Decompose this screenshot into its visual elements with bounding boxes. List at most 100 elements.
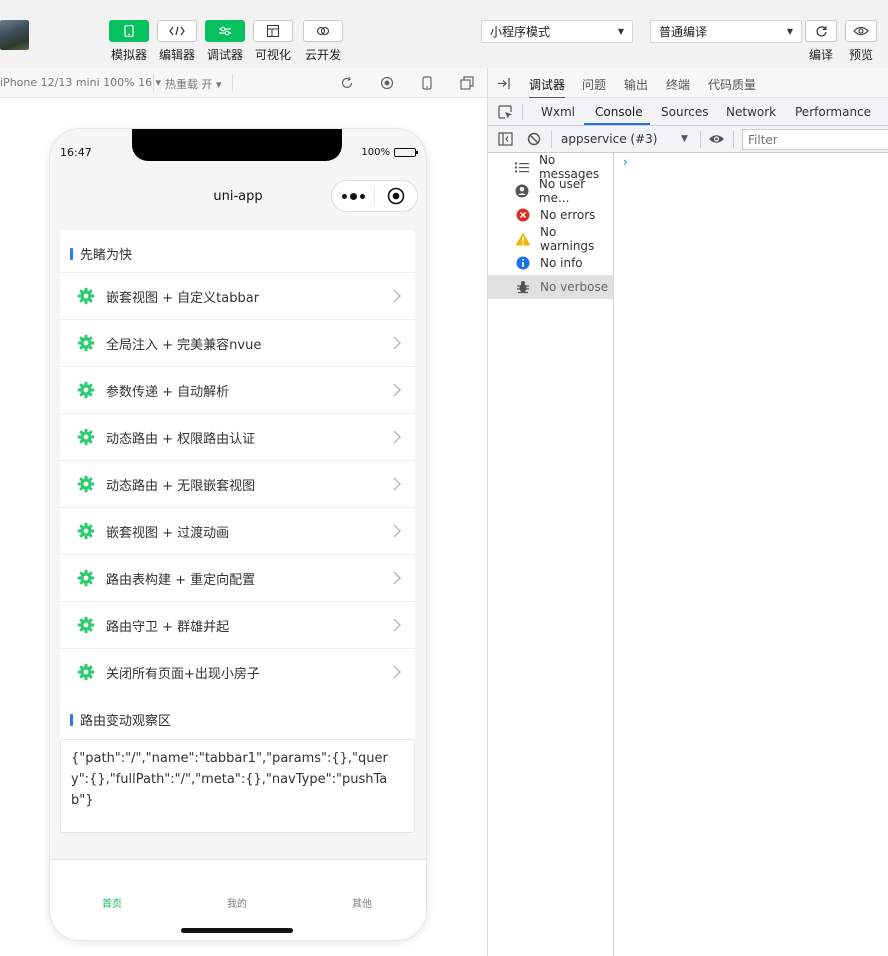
menu-item[interactable]: 动态路由 + 无限嵌套视图 bbox=[60, 460, 415, 507]
tab-network[interactable]: Network bbox=[726, 105, 776, 119]
menu-capsule bbox=[331, 180, 418, 212]
console-prompt[interactable]: › bbox=[623, 155, 628, 169]
record-icon[interactable] bbox=[380, 76, 394, 90]
simulator-label: 模拟器 bbox=[110, 48, 147, 62]
menu-item-label: 动态路由 + 权限路由认证 bbox=[106, 431, 256, 447]
tab-debugger[interactable]: 调试器 bbox=[529, 76, 566, 99]
section-bar bbox=[70, 713, 73, 726]
menu-item[interactable]: 动态路由 + 权限路由认证 bbox=[60, 413, 415, 460]
chevron-right-icon bbox=[393, 336, 401, 350]
divider bbox=[700, 131, 701, 148]
chevron-down-icon: ▼ bbox=[786, 27, 793, 36]
active-tab-indicator bbox=[584, 123, 650, 125]
inspect-icon[interactable] bbox=[498, 105, 513, 120]
mode-select[interactable]: 小程序模式 ▼ bbox=[481, 20, 633, 43]
debugger-label: 调试器 bbox=[206, 48, 243, 62]
list-icon bbox=[515, 159, 530, 175]
status-time: 16:47 bbox=[60, 146, 92, 159]
chevron-right-icon bbox=[393, 665, 401, 679]
debugger-button[interactable]: 调试器 bbox=[205, 20, 245, 63]
level-messages[interactable]: No messages bbox=[488, 153, 614, 181]
gear-icon bbox=[77, 475, 95, 493]
cloud-button[interactable]: 云开发 bbox=[303, 20, 343, 63]
tab-output[interactable]: 输出 bbox=[624, 76, 648, 93]
chevron-right-icon bbox=[393, 289, 401, 303]
level-warnings[interactable]: No warnings bbox=[488, 225, 614, 253]
tab-code-quality[interactable]: 代码质量 bbox=[708, 76, 756, 93]
menu-item[interactable]: 嵌套视图 + 过渡动画 bbox=[60, 507, 415, 554]
tab-terminal[interactable]: 终端 bbox=[666, 76, 690, 93]
gear-icon bbox=[77, 428, 95, 446]
compile-label: 编译 bbox=[808, 48, 833, 62]
menu-item-label: 路由表构建 + 重定向配置 bbox=[106, 572, 256, 588]
home-indicator bbox=[181, 928, 293, 933]
context-select[interactable]: appservice (#3) bbox=[561, 132, 657, 146]
gear-icon bbox=[77, 569, 95, 587]
close-capsule-button[interactable] bbox=[375, 187, 417, 205]
compile-button[interactable]: 编译 bbox=[805, 20, 837, 63]
menu-item[interactable]: 嵌套视图 + 自定义tabbar bbox=[60, 272, 415, 319]
tab-performance[interactable]: Performance bbox=[795, 105, 871, 119]
level-verbose[interactable]: No verbose bbox=[488, 275, 614, 299]
tab-wxml[interactable]: Wxml bbox=[541, 105, 575, 119]
menu-item-label: 动态路由 + 无限嵌套视图 bbox=[106, 478, 256, 494]
cloud-icon bbox=[303, 20, 343, 42]
section-title-text: 路由变动观察区 bbox=[80, 714, 172, 729]
gear-icon bbox=[77, 663, 95, 681]
hot-reload-toggle[interactable]: 热重载 开 ▾ bbox=[165, 76, 222, 92]
level-errors[interactable]: No errors bbox=[488, 203, 614, 227]
dock-icon[interactable] bbox=[497, 77, 511, 90]
tab-sources[interactable]: Sources bbox=[661, 105, 708, 119]
tab-mine[interactable]: 我的 bbox=[227, 895, 247, 910]
device-icon[interactable] bbox=[420, 76, 434, 90]
sidebar-toggle-icon[interactable] bbox=[498, 132, 513, 146]
level-label: No verbose bbox=[540, 280, 609, 294]
chevron-down-icon: ▼ bbox=[681, 134, 688, 144]
eye-icon bbox=[845, 20, 877, 42]
filter-input[interactable] bbox=[742, 129, 888, 150]
more-icon bbox=[341, 192, 365, 200]
chevron-right-icon bbox=[393, 477, 401, 491]
tab-other[interactable]: 其他 bbox=[352, 895, 372, 910]
menu-item[interactable]: 全局注入 + 完美兼容nvue bbox=[60, 319, 415, 366]
tab-home[interactable]: 首页 bbox=[102, 895, 122, 910]
top-toolbar: 模拟器 编辑器 调试器 可视化 云开发 小程序模式 ▼ 普通编译 ▼ 编译 预览 bbox=[0, 0, 888, 68]
eye-icon[interactable] bbox=[708, 133, 725, 145]
more-button[interactable] bbox=[332, 192, 374, 200]
level-label: No user me... bbox=[538, 177, 586, 205]
gear-icon bbox=[77, 381, 95, 399]
chevron-right-icon bbox=[393, 383, 401, 397]
level-label: No errors bbox=[540, 208, 596, 222]
rotate-icon[interactable] bbox=[340, 76, 354, 90]
menu-item[interactable]: 关闭所有页面+出现小房子 bbox=[60, 648, 415, 695]
route-observer: {"path":"/","name":"tabbar1","params":{}… bbox=[60, 739, 415, 833]
tab-issues[interactable]: 问题 bbox=[582, 76, 606, 93]
phone-frame: 16:47 100% uni-app 先睹为快 嵌套视图 + 自定义tabbar… bbox=[50, 129, 426, 940]
visual-button[interactable]: 可视化 bbox=[253, 20, 293, 63]
battery-icon bbox=[394, 148, 418, 157]
avatar[interactable] bbox=[0, 20, 29, 50]
clear-icon[interactable] bbox=[527, 132, 541, 146]
gear-icon bbox=[77, 616, 95, 634]
section-title-text: 先睹为快 bbox=[80, 248, 133, 263]
menu-item[interactable]: 路由表构建 + 重定向配置 bbox=[60, 554, 415, 601]
preview-button[interactable]: 预览 bbox=[845, 20, 877, 63]
target-icon bbox=[387, 187, 405, 205]
tab-console[interactable]: Console bbox=[595, 105, 643, 119]
battery-percent: 100% bbox=[361, 147, 390, 158]
compile-select[interactable]: 普通编译 ▼ bbox=[650, 20, 802, 43]
devtools-top-tabs: 调试器 问题 输出 终端 代码质量 bbox=[488, 68, 888, 99]
phone-icon bbox=[109, 20, 149, 42]
level-info[interactable]: No info bbox=[488, 251, 614, 275]
menu-item-label: 参数传递 + 自动解析 bbox=[106, 384, 230, 400]
refresh-icon bbox=[805, 20, 837, 42]
device-select[interactable]: iPhone 12/13 mini 100% 16 ▾ bbox=[0, 76, 161, 89]
editor-button[interactable]: 编辑器 bbox=[157, 20, 197, 63]
popout-icon[interactable] bbox=[460, 76, 474, 90]
cloud-label: 云开发 bbox=[304, 48, 341, 62]
menu-item[interactable]: 路由守卫 + 群雄并起 bbox=[60, 601, 415, 648]
simulator-button[interactable]: 模拟器 bbox=[109, 20, 149, 63]
divider bbox=[153, 74, 154, 92]
menu-item[interactable]: 参数传递 + 自动解析 bbox=[60, 366, 415, 413]
level-user-messages[interactable]: No user me... bbox=[488, 177, 614, 205]
